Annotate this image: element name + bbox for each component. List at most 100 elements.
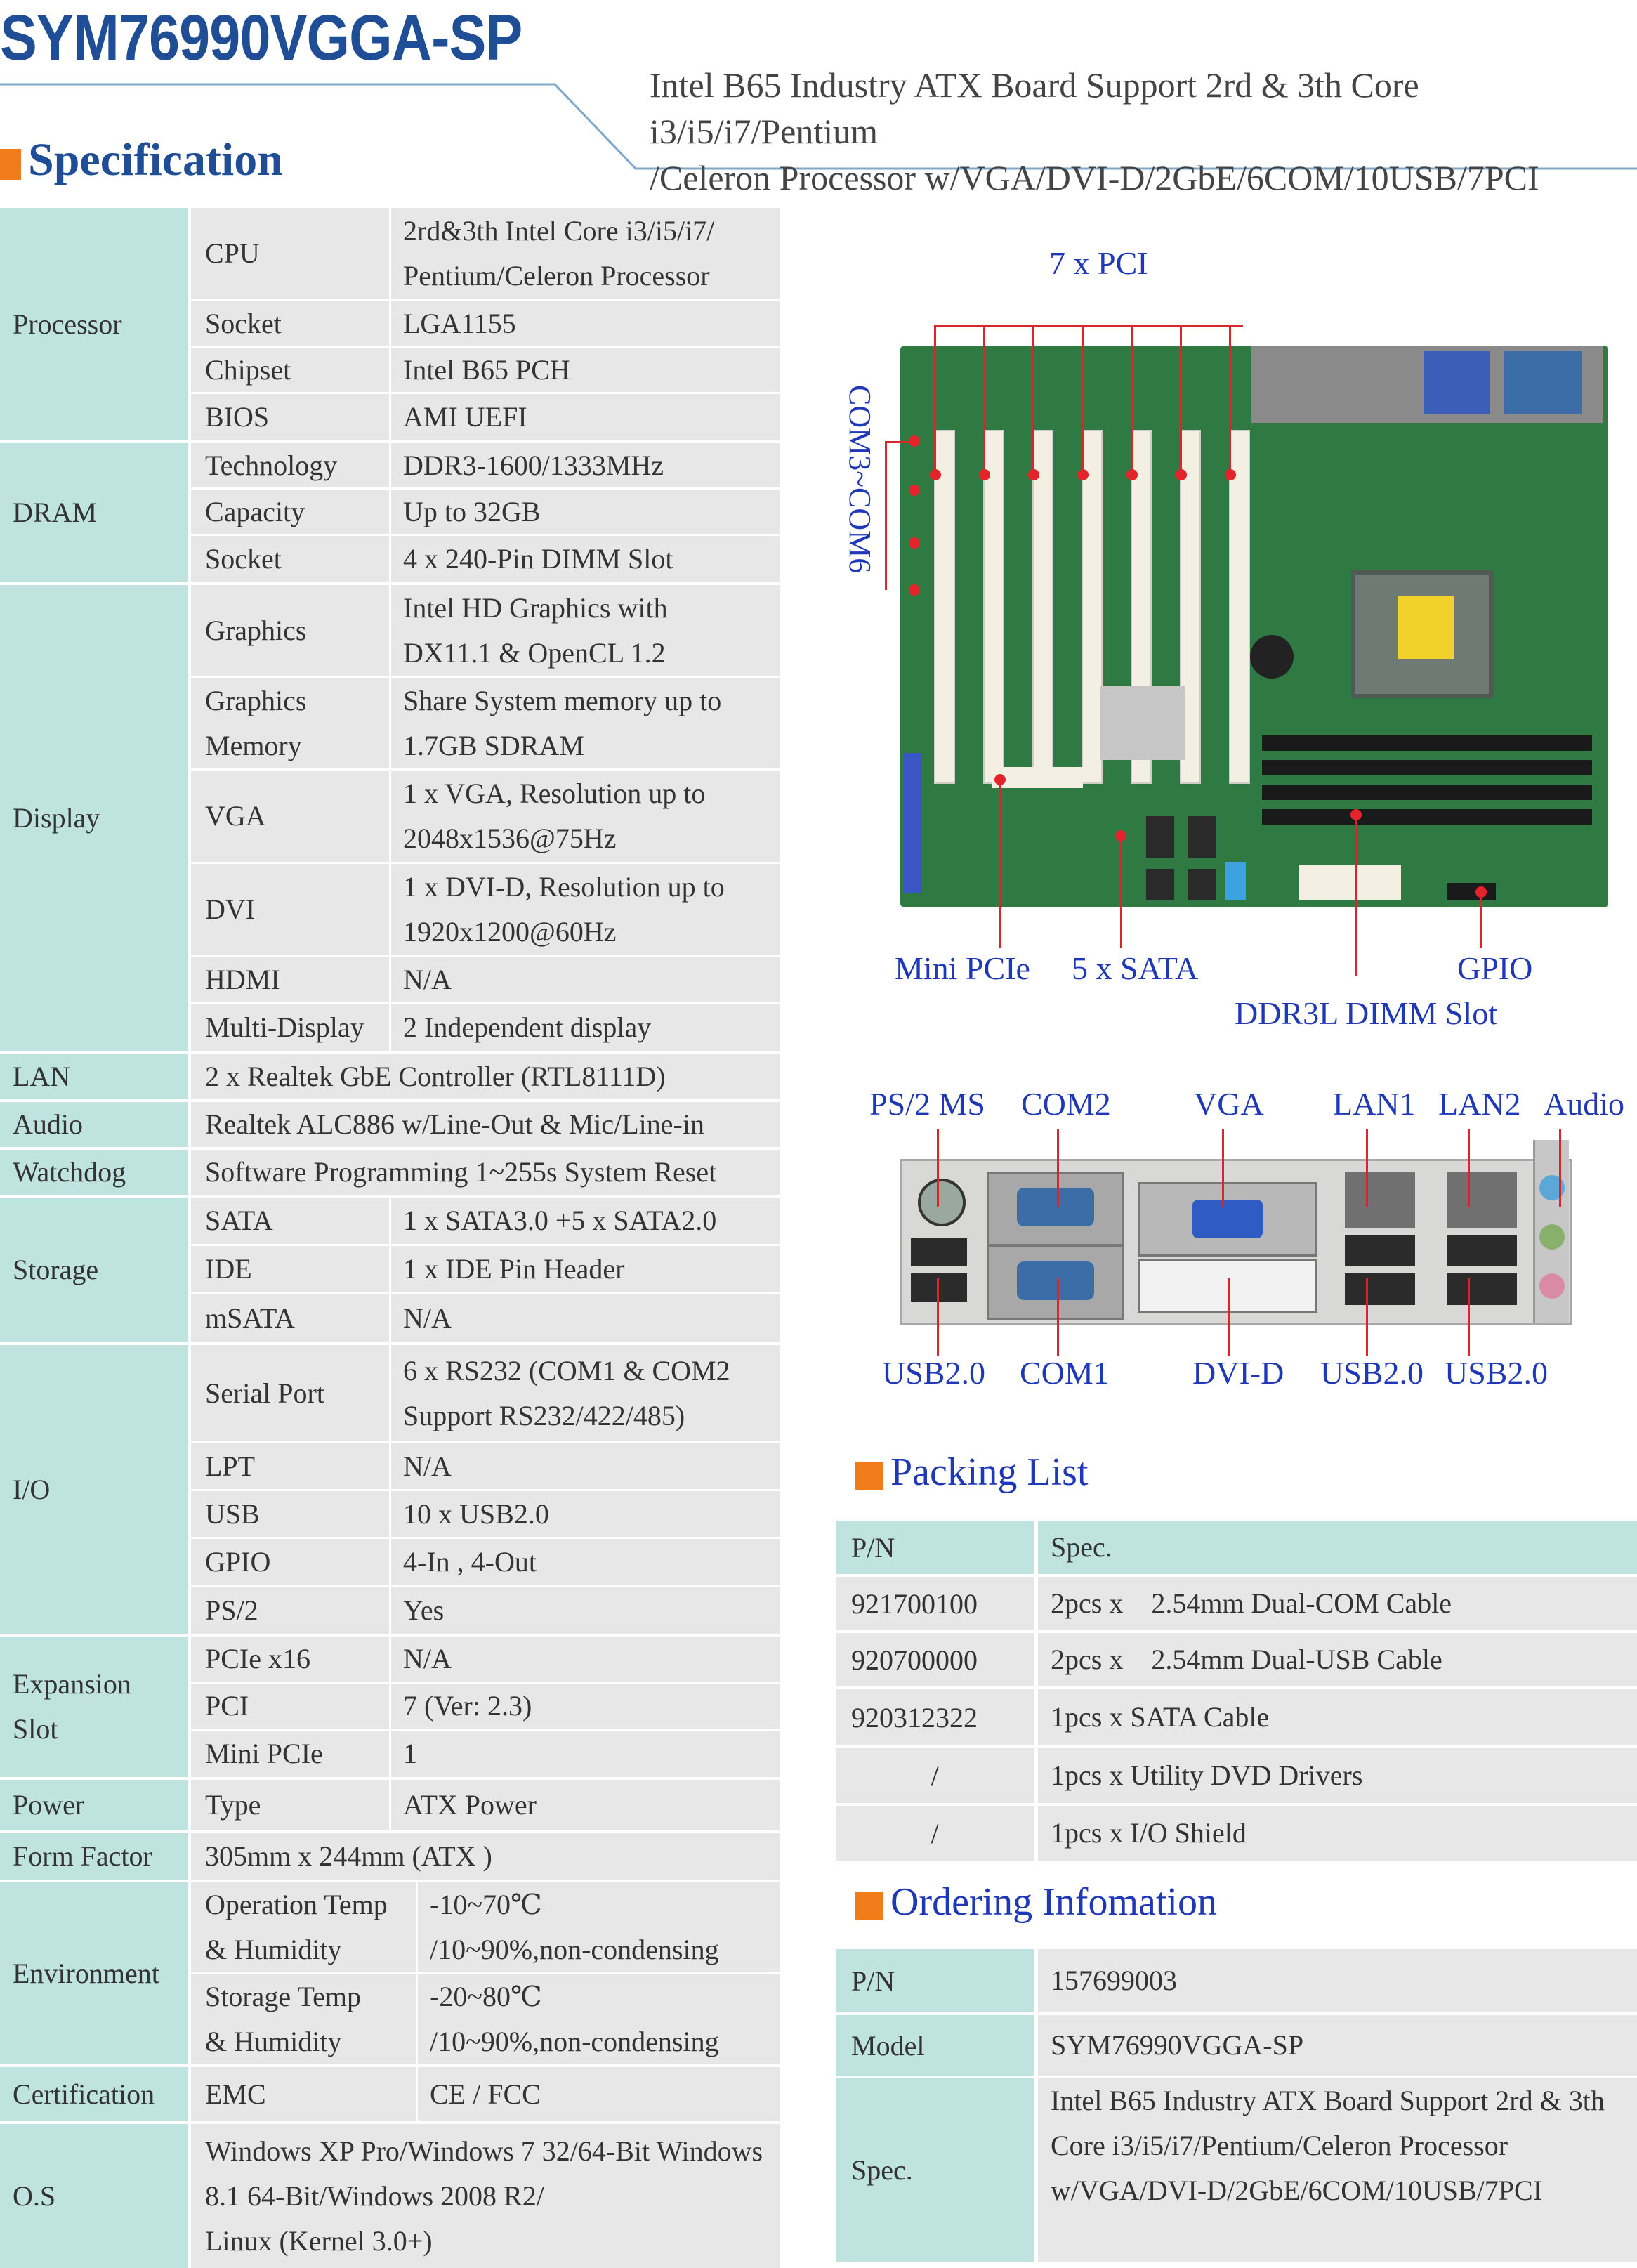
spec-section-io: I/O Serial Port 6 x RS232 (COM1 & COM2 S… — [0, 1345, 780, 1634]
label-dvi-d: DVI-D — [1192, 1355, 1284, 1391]
pointer-line — [983, 325, 985, 474]
spec-name-line: Graphics — [205, 684, 307, 716]
spec-name: PS/2 — [205, 1594, 258, 1626]
field-value-line: Core i3/i5/i7/Pentium/Celeron Processor — [1051, 2130, 1508, 2161]
spec-value: Share System memory up to 1.7GB SDRAM — [403, 678, 768, 768]
spec-value-line: Intel HD Graphics with — [403, 591, 668, 624]
usb-port-icon — [1345, 1235, 1415, 1266]
spec-row-dram-socket: Socket 4 x 240-Pin DIMM Slot — [191, 536, 780, 582]
heatsink-icon — [1100, 686, 1185, 760]
part-spec: 2pcs x 2.54mm Dual-USB Cable — [1038, 1633, 1637, 1686]
rear-io-panel — [900, 1140, 1572, 1325]
spec-value: Yes — [403, 1594, 445, 1626]
spec-value: N/A — [403, 1450, 452, 1482]
spec-name: Capacity — [205, 495, 305, 527]
label-sata: 5 x SATA — [1072, 950, 1199, 986]
label-usb-1: USB2.0 — [882, 1355, 985, 1391]
spec-row-chipset: Chipset Intel B65 PCH — [191, 348, 780, 394]
usb-port-icon — [911, 1238, 967, 1266]
spec-value: AMI UEFI — [403, 401, 527, 433]
spec-value: CE / FCC — [430, 2078, 541, 2110]
dimm-slot-2 — [1262, 760, 1592, 775]
pointer-line — [1131, 325, 1133, 474]
sata-port-icon — [1188, 816, 1216, 858]
pointer-line — [1229, 325, 1231, 474]
spec-value: N/A — [403, 964, 452, 995]
spec-value: 305mm x 244mm (ATX ) — [205, 1840, 492, 1872]
spec-name: BIOS — [205, 401, 270, 433]
ordering-info-heading-text: Ordering Infomation — [890, 1880, 1217, 1924]
category-dram: DRAM — [0, 443, 188, 582]
com1-port-icon — [987, 1245, 1124, 1320]
pci-slot-4 — [1082, 430, 1103, 784]
pointer-line — [934, 325, 1243, 327]
category-expansion-slot: Expansion Slot — [0, 1637, 188, 1777]
label-vga: VGA — [1194, 1086, 1264, 1122]
spec-name: Graphics Memory — [205, 678, 306, 768]
dimm-slot-3 — [1262, 785, 1592, 800]
label-ps2-ms: PS/2 MS — [869, 1086, 985, 1122]
orange-square-icon — [855, 1892, 883, 1920]
spec-name-line: Storage Temp — [205, 1980, 361, 2012]
label-audio: Audio — [1544, 1086, 1624, 1122]
table-row: / 1pcs x I/O Shield — [836, 1806, 1637, 1861]
spec-value: -20~80℃ /10~90%,non-condensing — [430, 1974, 795, 2064]
spec-value: LGA1155 — [403, 307, 516, 339]
vga-port-icon — [1138, 1182, 1317, 1257]
label-gpio: GPIO — [1457, 950, 1533, 986]
spec-value-line: /10~90%,non-condensing — [430, 1933, 719, 1965]
column-divider — [389, 208, 391, 440]
sata3-port-icon — [1225, 862, 1246, 900]
spec-value-line: 1 x VGA, Resolution up to — [403, 778, 706, 809]
usb-port-icon — [1345, 1273, 1415, 1305]
part-spec: 1pcs x Utility DVD Drivers — [1038, 1748, 1637, 1803]
spec-section-audio: Audio Realtek ALC886 w/Line-Out & Mic/Li… — [0, 1102, 780, 1147]
spec-value: Software Programming 1~255s System Reset — [205, 1156, 717, 1188]
spec-row-storage-temp: Storage Temp & Humidity -20~80℃ /10~90%,… — [191, 1974, 780, 2064]
subtitle-line-2: /Celeron Processor w/VGA/DVI-D/2GbE/6COM… — [650, 158, 1539, 197]
spec-name: Type — [205, 1789, 261, 1821]
category-form-factor: Form Factor — [0, 1833, 188, 1880]
spec-section-environment: Environment Operation Temp & Humidity -1… — [0, 1882, 780, 2064]
category-os: O.S — [0, 2124, 188, 2268]
spec-section-form-factor: Form Factor 305mm x 244mm (ATX ) — [0, 1833, 780, 1880]
spec-section-storage: Storage SATA 1 x SATA3.0 +5 x SATA2.0 ID… — [0, 1198, 780, 1342]
spec-value: 1 x SATA3.0 +5 x SATA2.0 — [403, 1205, 717, 1236]
spec-value: 1 x IDE Pin Header — [403, 1253, 625, 1285]
field-label: Spec. — [836, 2078, 1034, 2262]
packing-list-heading: Packing List — [855, 1450, 1089, 1495]
category-audio: Audio — [0, 1102, 188, 1147]
field-label: P/N — [836, 1949, 1034, 2012]
spec-value: N/A — [403, 1643, 452, 1674]
pci-slot-3 — [1032, 430, 1053, 784]
spec-section-lan: LAN 2 x Realtek GbE Controller (RTL8111D… — [0, 1054, 780, 1099]
usb-port-icon — [911, 1273, 967, 1302]
spec-name: PCIe x16 — [205, 1643, 310, 1674]
atx-power-connector — [1299, 865, 1401, 900]
spec-name: PCI — [205, 1690, 249, 1722]
spec-section-certification: Certification EMC CE / FCC — [0, 2067, 780, 2121]
spec-row-usb: USB 10 x USB2.0 — [191, 1491, 780, 1539]
category-watchdog: Watchdog — [0, 1150, 188, 1195]
spec-value-line: Share System memory up to — [403, 684, 722, 716]
label-lan1: LAN1 — [1333, 1086, 1416, 1122]
spec-heading: Specification — [0, 133, 283, 187]
spec-row-mini-pcie: Mini PCIe 1 — [191, 1731, 780, 1777]
pointer-line — [1082, 325, 1084, 474]
spec-name: Technology — [205, 449, 338, 481]
label-pci: 7 x PCI — [1049, 245, 1148, 281]
spec-row-power-type: Type ATX Power — [191, 1780, 780, 1830]
spec-heading-text: Specification — [28, 134, 283, 185]
spec-value: 1 x DVI-D, Resolution up to 1920x1200@60… — [403, 864, 768, 955]
spec-name: Multi-Display — [205, 1011, 364, 1043]
cpu-socket-icon — [1351, 570, 1493, 698]
spec-name: Mini PCIe — [205, 1738, 323, 1769]
spec-value: ATX Power — [403, 1789, 537, 1821]
spec-value-line: -10~70℃ — [430, 1888, 542, 1920]
label-usb-2: USB2.0 — [1320, 1355, 1424, 1391]
spec-name-line: Memory — [205, 729, 302, 761]
spec-row-socket: Socket LGA1155 — [191, 301, 780, 348]
field-value: 157699003 — [1038, 1949, 1637, 2012]
spec-value-line: 1 x DVI-D, Resolution up to — [403, 871, 725, 903]
spec-row-ide: IDE 1 x IDE Pin Header — [191, 1246, 780, 1294]
